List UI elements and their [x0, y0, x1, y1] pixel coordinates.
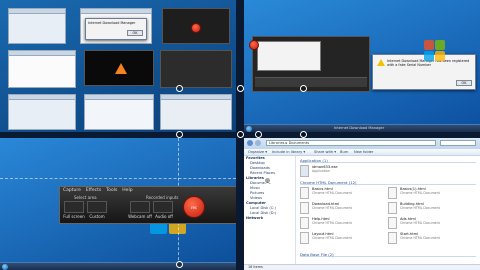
- resize-handle[interactable]: [300, 131, 307, 138]
- warning-icon: [377, 59, 385, 66]
- thumbnail-dialog[interactable]: Internet Download Manager OK: [80, 8, 152, 44]
- ok-button[interactable]: OK: [127, 30, 143, 36]
- resize-handle[interactable]: [255, 131, 262, 138]
- document-icon: [300, 217, 309, 229]
- resize-handle[interactable]: [176, 85, 183, 92]
- document-icon: [300, 202, 309, 214]
- select-area-label: Select area: [74, 195, 97, 200]
- document-icon: [388, 187, 397, 199]
- screen: Internet Download Manager OK Internet Do…: [0, 0, 480, 270]
- capture-toolbar[interactable]: Capture Effects Tools Help Select area R…: [59, 186, 236, 224]
- thumbnail-editor[interactable]: [160, 50, 232, 88]
- thumbnail-folder[interactable]: [8, 50, 76, 88]
- resize-handle[interactable]: [176, 261, 183, 268]
- file-item[interactable]: Ads.html Chrome HTML Document: [388, 217, 476, 230]
- file-item[interactable]: Basics(1).html Chrome HTML Document: [388, 187, 476, 200]
- webcam-icon[interactable]: [130, 201, 150, 213]
- address-bar-area: Libraries ▸ Documents: [244, 138, 480, 149]
- rec-label: rec: [190, 205, 198, 210]
- record-icon: [191, 23, 201, 33]
- file-item[interactable]: Building.html Chrome HTML Document: [388, 202, 476, 215]
- organize-button[interactable]: Organize ▾: [248, 149, 267, 156]
- vlc-cone-icon: [115, 63, 127, 74]
- document-icon: [388, 202, 397, 214]
- resize-handle[interactable]: [176, 131, 183, 138]
- window-switcher-panel: Internet Download Manager OK: [0, 0, 236, 132]
- resize-handle[interactable]: [300, 85, 307, 92]
- resize-handle[interactable]: [237, 85, 244, 92]
- menu-tools[interactable]: Tools: [106, 188, 117, 193]
- document-icon: [300, 232, 309, 244]
- audio-icon[interactable]: [153, 201, 173, 213]
- start-button[interactable]: [2, 264, 8, 270]
- crosshair-horizontal: [0, 178, 236, 179]
- audio-label: Audio off: [155, 214, 173, 219]
- group-chrome-html[interactable]: Chrome HTML Document (12): [300, 180, 476, 185]
- explorer-window: Libraries ▸ Documents Organize ▾ Include…: [244, 138, 480, 270]
- full-screen-label: Full screen: [63, 214, 85, 219]
- menu-capture[interactable]: Capture: [63, 188, 81, 193]
- thumbnail-window[interactable]: [160, 94, 232, 130]
- menu-effects[interactable]: Effects: [86, 188, 101, 193]
- file-item[interactable]: Start.html Chrome HTML Document: [388, 232, 476, 245]
- taskbar: [0, 262, 236, 270]
- file-item[interactable]: Layout.html Chrome HTML Document: [300, 232, 388, 245]
- recorder-editor-window[interactable]: [252, 36, 370, 92]
- status-bar: 16 items: [244, 264, 480, 270]
- record-icon[interactable]: [249, 40, 259, 50]
- new-folder-button[interactable]: New folder: [354, 149, 373, 156]
- recorded-inputs-label: Recorded inputs: [146, 195, 179, 200]
- taskbar-item[interactable]: Internet Download Manager: [334, 125, 384, 132]
- file-item[interactable]: idman633.exe Application: [300, 165, 388, 178]
- file-item[interactable]: Help.html Chrome HTML Document: [300, 217, 388, 230]
- timeline[interactable]: [255, 77, 367, 87]
- rec-button[interactable]: rec: [183, 196, 205, 218]
- webcam-label: Webcam off: [128, 214, 152, 219]
- thumbnail-vlc[interactable]: [84, 50, 154, 86]
- document-icon: [388, 232, 397, 244]
- idm-dialog-thumb: Internet Download Manager OK: [85, 18, 147, 40]
- command-bar: Organize ▾ Include in library ▾ Share wi…: [244, 149, 480, 156]
- thumbnail-recorder[interactable]: [162, 8, 230, 44]
- dialog-text: Internet Download Manager: [88, 21, 136, 25]
- back-icon[interactable]: [247, 140, 253, 146]
- thumbnail-explorer[interactable]: [8, 8, 66, 44]
- search-input[interactable]: [440, 140, 476, 146]
- forward-icon[interactable]: [255, 140, 261, 146]
- file-item[interactable]: Download.html Chrome HTML Document: [300, 202, 388, 215]
- file-item[interactable]: Basics.html Chrome HTML Document: [300, 187, 388, 200]
- nav-network[interactable]: Network: [244, 216, 295, 221]
- windows-logo: [424, 40, 446, 62]
- resize-handle[interactable]: [264, 177, 271, 184]
- file-list: Application (1) idman633.exe Application…: [296, 156, 480, 270]
- app-icon: [300, 165, 309, 177]
- group-database[interactable]: Data Base File (2): [300, 252, 476, 257]
- navigation-pane: Favorites Desktop Downloads Recent Place…: [244, 156, 296, 270]
- menu-help[interactable]: Help: [122, 188, 132, 193]
- toolbar-menu: Capture Effects Tools Help: [63, 188, 133, 193]
- taskbar: Internet Download Manager: [244, 124, 480, 132]
- thumbnail-settings[interactable]: [84, 94, 154, 130]
- burn-button[interactable]: Burn: [340, 149, 348, 156]
- address-bar[interactable]: Libraries ▸ Documents: [266, 140, 436, 146]
- document-icon: [388, 217, 397, 229]
- custom-label: Custom: [89, 214, 105, 219]
- document-icon: [300, 187, 309, 199]
- custom-area-icon[interactable]: [87, 201, 107, 213]
- full-screen-icon[interactable]: [64, 201, 84, 213]
- share-with-button[interactable]: Share with ▾: [314, 149, 336, 156]
- desktop-registered-panel: Internet Download Manager has been regis…: [244, 0, 480, 132]
- capture-toolbar-panel: Capture Effects Tools Help Select area R…: [0, 138, 236, 270]
- group-application[interactable]: Application (1): [300, 158, 476, 163]
- preview-area: [257, 41, 321, 71]
- ok-button[interactable]: OK: [456, 80, 472, 86]
- resize-handle[interactable]: [237, 131, 244, 138]
- thumbnail-browser[interactable]: [8, 94, 76, 130]
- include-library-button[interactable]: Include in library ▾: [272, 149, 305, 156]
